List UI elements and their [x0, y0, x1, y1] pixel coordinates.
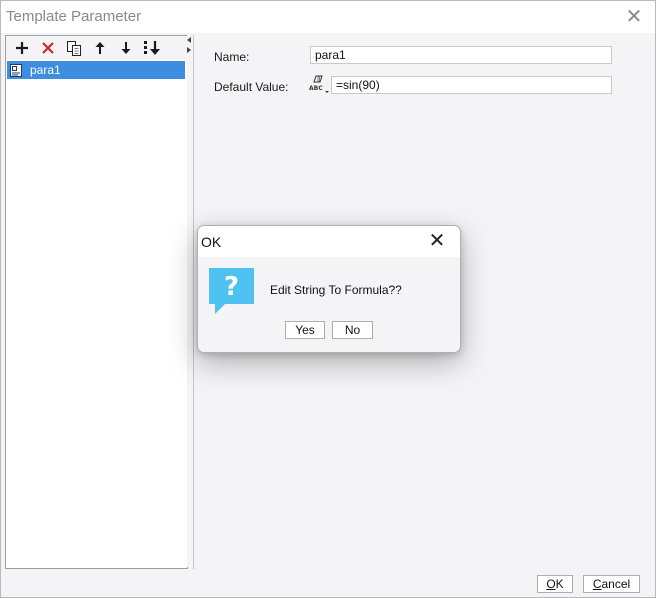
dialog-close-icon[interactable]: ✕ [426, 230, 448, 252]
confirm-dialog: OK ✕ ? Edit String To Formula?? Yes No [197, 225, 461, 353]
dialog-footer: OK Cancel [1, 569, 655, 597]
name-label: Name: [214, 50, 250, 64]
ok-button[interactable]: OK [537, 575, 573, 593]
no-button[interactable]: No [332, 321, 373, 339]
question-icon: ? [209, 268, 255, 316]
cancel-button[interactable]: Cancel [583, 575, 640, 593]
collapse-left-icon[interactable] [187, 37, 191, 43]
value-type-text: ABC [309, 85, 323, 92]
delete-icon[interactable] [38, 38, 58, 58]
confirm-dialog-titlebar: OK ✕ [198, 226, 460, 257]
move-up-icon[interactable] [90, 38, 110, 58]
parameter-list-pane: para1 [5, 35, 188, 569]
ok-mnemonic: O [546, 577, 556, 591]
cancel-mnemonic: C [592, 577, 602, 591]
sort-down-icon[interactable] [142, 38, 164, 58]
copy-icon[interactable] [64, 38, 84, 58]
window-close-icon[interactable]: ✕ [623, 7, 645, 27]
svg-text:?: ? [224, 272, 239, 302]
tree-item-para1[interactable]: para1 [7, 61, 185, 79]
add-icon[interactable] [12, 38, 32, 58]
pane-splitter[interactable] [187, 35, 192, 567]
name-field[interactable]: para1 [310, 46, 612, 64]
confirm-message: Edit String To Formula?? [270, 283, 402, 297]
expand-right-icon[interactable] [187, 47, 191, 53]
tree-item-label: para1 [30, 63, 61, 77]
confirm-dialog-title: OK [201, 234, 222, 250]
window-titlebar: Template Parameter ✕ [1, 1, 655, 33]
parameter-icon [10, 63, 22, 77]
default-value-label: Default Value: [214, 80, 289, 94]
value-type-icon[interactable]: ABC [308, 74, 330, 96]
default-value-field[interactable]: =sin(90) [331, 76, 612, 94]
window-title: Template Parameter [6, 8, 142, 25]
parameter-toolbar [6, 36, 187, 60]
yes-button[interactable]: Yes [285, 321, 325, 339]
move-down-icon[interactable] [116, 38, 136, 58]
